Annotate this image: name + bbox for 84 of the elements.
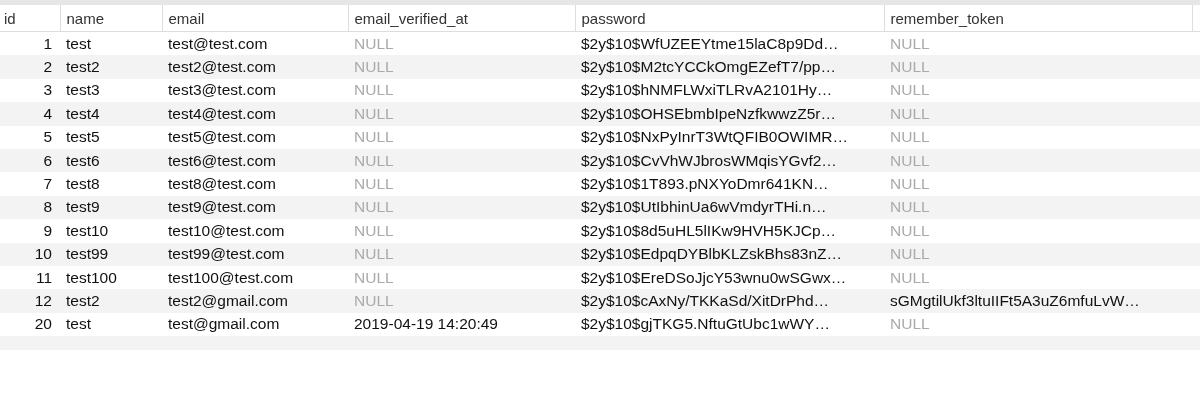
null-cell: NULL bbox=[348, 172, 575, 196]
table-cell: 10 bbox=[0, 242, 60, 266]
table-cell: 9 bbox=[0, 219, 60, 243]
null-cell: NULL bbox=[348, 289, 575, 313]
table-cell: $2y$10$WfUZEEYtme15laC8p9Dd… bbox=[575, 31, 884, 56]
table-cell: $2y$10$NxPyInrT3WtQFIB0OWIMR… bbox=[575, 125, 884, 149]
column-header[interactable]: password bbox=[575, 5, 884, 32]
null-cell: NULL bbox=[348, 219, 575, 243]
null-cell: NULL bbox=[348, 195, 575, 220]
table-cell: test4@test.com bbox=[162, 102, 348, 126]
table-cell: 20 bbox=[0, 312, 60, 337]
table-cell: test2@gmail.com bbox=[162, 289, 348, 313]
table-cell: test3@test.com bbox=[162, 78, 348, 103]
table-cell: test5 bbox=[60, 125, 162, 149]
null-cell: NULL bbox=[348, 102, 575, 126]
table-cell: 11 bbox=[0, 265, 60, 290]
table-cell: $2y$10$OHSEbmbIpeNzfkwwzZ5r… bbox=[575, 102, 884, 126]
table-cell: test6 bbox=[60, 148, 162, 173]
column-header[interactable]: id bbox=[0, 5, 60, 32]
table-cell: test bbox=[60, 31, 162, 56]
null-cell: NULL bbox=[884, 31, 1192, 56]
table-cell: 2 bbox=[0, 55, 60, 79]
null-cell: NULL bbox=[884, 242, 1192, 266]
null-cell: NULL bbox=[348, 265, 575, 290]
null-cell: NULL bbox=[348, 148, 575, 173]
table-cell: 8 bbox=[0, 195, 60, 220]
table-cell: $2y$10$UtIbhinUa6wVmdyrTHi.n… bbox=[575, 195, 884, 220]
null-cell: NULL bbox=[884, 148, 1192, 173]
table-cell: 6 bbox=[0, 148, 60, 173]
table-cell: $2y$10$8d5uHL5lIKw9HVH5KJCp… bbox=[575, 219, 884, 243]
null-cell: NULL bbox=[884, 195, 1192, 220]
table-cell: test8@test.com bbox=[162, 172, 348, 196]
table-cell: test9 bbox=[60, 195, 162, 220]
table-cell: $2y$10$M2tcYCCkOmgEZefT7/pp… bbox=[575, 55, 884, 79]
table-cell: test9@test.com bbox=[162, 195, 348, 220]
null-cell: NULL bbox=[348, 31, 575, 56]
null-cell: NULL bbox=[348, 242, 575, 266]
table-cell: $2y$10$CvVhWJbrosWMqisYGvf2… bbox=[575, 148, 884, 173]
table-cell: test10 bbox=[60, 219, 162, 243]
table-cell: $2y$10$cAxNy/TKKaSd/XitDrPhd… bbox=[575, 289, 884, 313]
table-cell: test2 bbox=[60, 55, 162, 79]
column-header[interactable]: email bbox=[162, 5, 348, 32]
null-cell: NULL bbox=[884, 172, 1192, 196]
table-cell: test4 bbox=[60, 102, 162, 126]
table-cell: $2y$10$gjTKG5.NftuGtUbc1wWY… bbox=[575, 312, 884, 337]
table-cell: test99 bbox=[60, 242, 162, 266]
table-cell: test3 bbox=[60, 78, 162, 103]
table-cell: test100 bbox=[60, 265, 162, 290]
table-cell: test5@test.com bbox=[162, 125, 348, 149]
null-cell: NULL bbox=[348, 125, 575, 149]
null-cell: NULL bbox=[884, 265, 1192, 290]
table-cell: 12 bbox=[0, 289, 60, 313]
null-cell: NULL bbox=[348, 55, 575, 79]
table-cell: test100@test.com bbox=[162, 265, 348, 290]
table-cell: test2 bbox=[60, 289, 162, 313]
null-cell: NULL bbox=[348, 78, 575, 103]
table-cell: test2@test.com bbox=[162, 55, 348, 79]
table-cell: test bbox=[60, 312, 162, 337]
table-cell: $2y$10$EdpqDYBlbKLZskBhs83nZ… bbox=[575, 242, 884, 266]
null-cell: NULL bbox=[884, 312, 1192, 337]
null-cell: NULL bbox=[884, 102, 1192, 126]
table-cell: test@gmail.com bbox=[162, 312, 348, 337]
table-cell: 1 bbox=[0, 31, 60, 56]
table-cell: 4 bbox=[0, 102, 60, 126]
column-header[interactable]: name bbox=[60, 5, 162, 32]
null-cell: NULL bbox=[884, 78, 1192, 103]
table-cell: $2y$10$EreDSoJjcY53wnu0wSGwx… bbox=[575, 265, 884, 290]
table-cell: $2y$10$1T893.pNXYoDmr641KN… bbox=[575, 172, 884, 196]
table-cell: test8 bbox=[60, 172, 162, 196]
null-cell: NULL bbox=[884, 55, 1192, 79]
column-header[interactable]: email_verified_at bbox=[348, 5, 575, 32]
table-cell: 5 bbox=[0, 125, 60, 149]
column-header[interactable]: remember_token bbox=[884, 5, 1192, 32]
table-cell: 7 bbox=[0, 172, 60, 196]
table-cell: 2019-04-19 14:20:49 bbox=[348, 312, 575, 337]
table-cell: test99@test.com bbox=[162, 242, 348, 266]
table-cell: $2y$10$hNMFLWxiTLRvA2101Hy… bbox=[575, 78, 884, 103]
table-cell: sGMgtilUkf3ltuIIFt5A3uZ6mfuLvW… bbox=[884, 289, 1192, 313]
null-cell: NULL bbox=[884, 219, 1192, 243]
table-cell: test6@test.com bbox=[162, 148, 348, 173]
table-cell: test10@test.com bbox=[162, 219, 348, 243]
null-cell: NULL bbox=[884, 125, 1192, 149]
table-cell: test@test.com bbox=[162, 31, 348, 56]
table-cell: 3 bbox=[0, 78, 60, 103]
